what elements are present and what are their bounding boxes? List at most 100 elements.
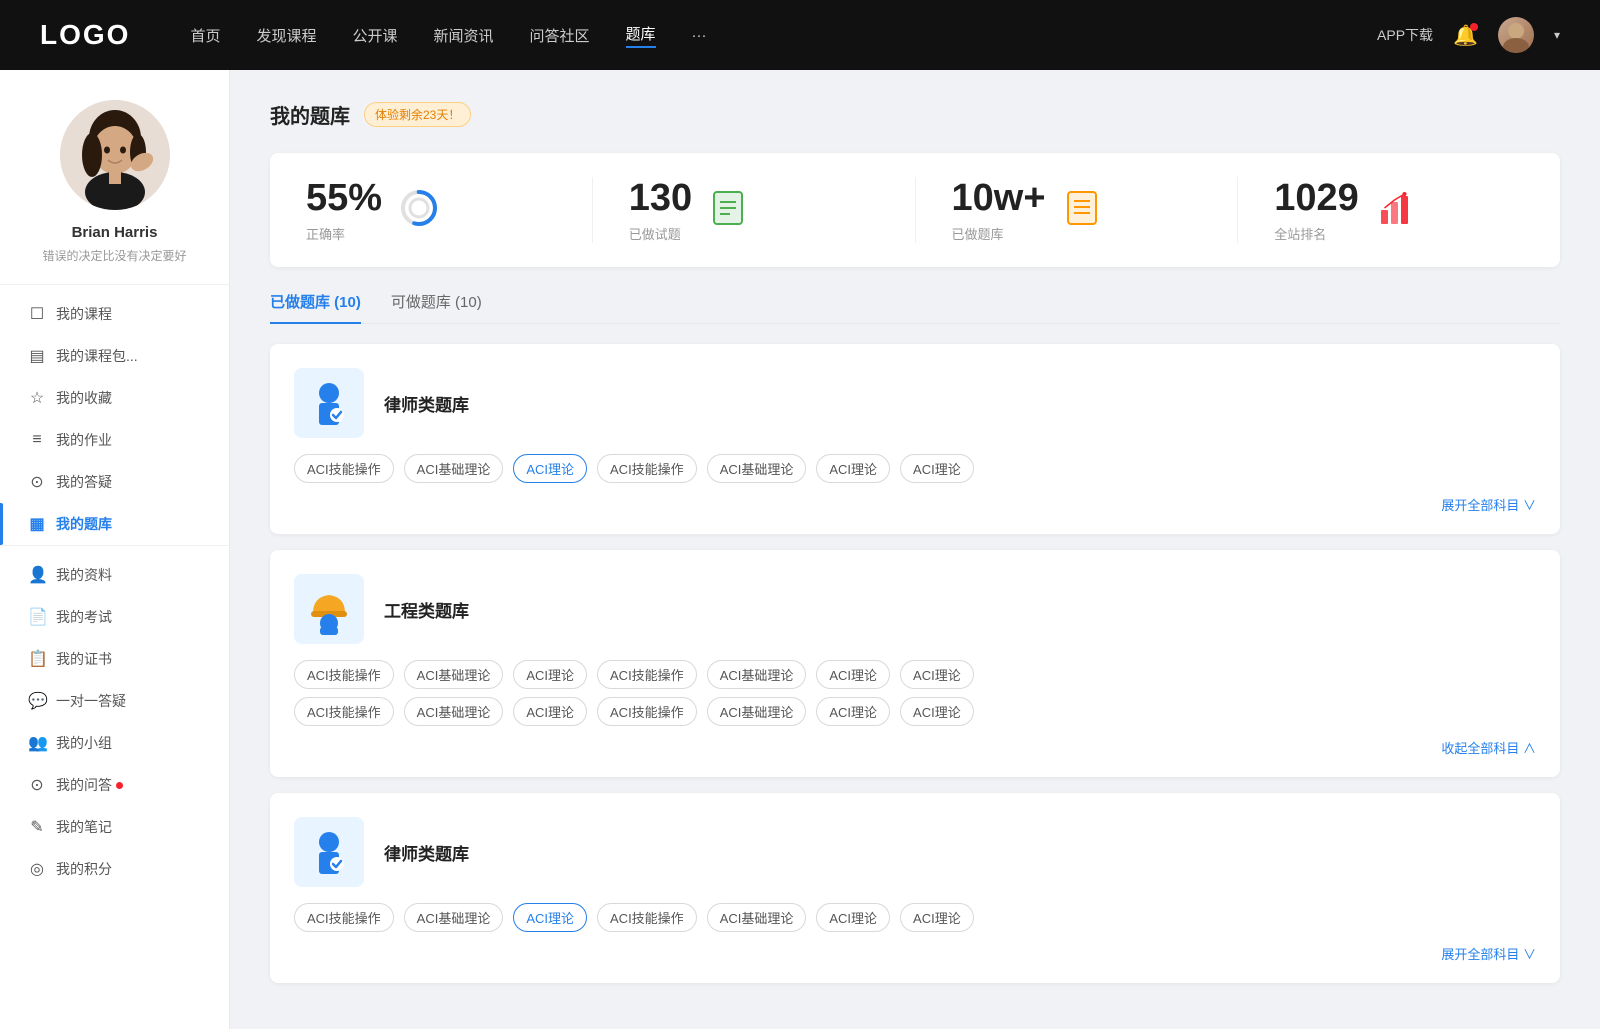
tag-lawyer1-4[interactable]: ACI基础理论: [707, 454, 807, 483]
nav-open-course[interactable]: 公开课: [352, 25, 397, 46]
app-download-btn[interactable]: APP下载: [1377, 25, 1433, 45]
exam-icon: 📄: [28, 607, 46, 627]
sidebar-item-label: 我的答疑: [56, 472, 112, 492]
sidebar-item-coursepack[interactable]: ▤ 我的课程包...: [0, 335, 229, 377]
collapse-btn-engineer1[interactable]: 收起全部科目 ∧: [294, 734, 1536, 761]
tag-eng1-r1-0[interactable]: ACI技能操作: [294, 660, 394, 689]
qa-icon: ⊙: [28, 472, 46, 492]
sidebar-item-mydata[interactable]: 👤 我的资料: [0, 554, 229, 596]
sidebar-item-label: 我的证书: [56, 649, 112, 669]
sidebar-item-points[interactable]: ◎ 我的积分: [0, 848, 229, 890]
sidebar-divider-mid: [0, 545, 229, 546]
expand-btn-lawyer1[interactable]: 展开全部科目 ∨: [294, 491, 1536, 518]
logo: LOGO: [40, 19, 130, 51]
homework-icon: ≡: [28, 431, 46, 449]
sidebar-item-cert[interactable]: 📋 我的证书: [0, 638, 229, 680]
tag-eng1-r2-1[interactable]: ACI基础理论: [404, 697, 504, 726]
mycourse-icon: ☐: [28, 304, 46, 324]
stat-questions-label: 已做试题: [629, 224, 702, 243]
navbar-right: APP下载 🔔 ▾: [1377, 17, 1560, 53]
notes-icon: ✎: [28, 817, 46, 837]
tag-eng1-r2-3[interactable]: ACI技能操作: [597, 697, 697, 726]
stat-questions: 130 已做试题: [593, 177, 916, 243]
tag-lawyer2-3[interactable]: ACI技能操作: [597, 903, 697, 932]
sidebar-item-qbank[interactable]: ▦ 我的题库: [0, 503, 229, 545]
tag-eng1-r1-6[interactable]: ACI理论: [900, 660, 974, 689]
sidebar-divider-top: [0, 284, 229, 285]
tag-eng1-r2-4[interactable]: ACI基础理论: [707, 697, 807, 726]
notification-badge: [1470, 23, 1478, 31]
coursepack-icon: ▤: [28, 346, 46, 366]
sidebar-item-label: 我的题库: [56, 514, 112, 534]
nav-qa[interactable]: 问答社区: [530, 25, 590, 46]
sidebar-item-group[interactable]: 👥 我的小组: [0, 722, 229, 764]
tabs-row: 已做题库 (10) 可做题库 (10): [270, 291, 1560, 324]
sidebar-item-label: 我的课程: [56, 304, 112, 324]
ranking-icon: [1377, 190, 1413, 231]
qbank-icon: ▦: [28, 514, 46, 534]
tag-lawyer1-6[interactable]: ACI理论: [900, 454, 974, 483]
questions-icon: [710, 190, 746, 231]
stat-ranking-number: 1029: [1274, 177, 1359, 220]
tag-lawyer2-1[interactable]: ACI基础理论: [404, 903, 504, 932]
user-menu-chevron[interactable]: ▾: [1554, 28, 1560, 42]
stat-banks-number: 10w+: [952, 177, 1046, 220]
qa-dot-badge: [116, 782, 123, 789]
nav-discover[interactable]: 发现课程: [256, 25, 316, 46]
tab-done[interactable]: 已做题库 (10): [270, 291, 361, 324]
tag-eng1-r1-1[interactable]: ACI基础理论: [404, 660, 504, 689]
tag-lawyer2-6[interactable]: ACI理论: [900, 903, 974, 932]
tag-lawyer1-5[interactable]: ACI理论: [816, 454, 890, 483]
tag-eng1-r1-5[interactable]: ACI理论: [816, 660, 890, 689]
notification-bell[interactable]: 🔔: [1453, 23, 1478, 48]
myqa-icon: ⊙: [28, 775, 46, 795]
sidebar-item-label: 我的作业: [56, 430, 112, 450]
stat-accuracy: 55% 正确率: [270, 177, 593, 243]
tag-lawyer1-0[interactable]: ACI技能操作: [294, 454, 394, 483]
qbank-title-lawyer2: 律师类题库: [384, 840, 469, 865]
sidebar-item-mycourse[interactable]: ☐ 我的课程: [0, 293, 229, 335]
tag-eng1-r2-2[interactable]: ACI理论: [513, 697, 587, 726]
sidebar-item-exam[interactable]: 📄 我的考试: [0, 596, 229, 638]
qbank-title-engineer1: 工程类题库: [384, 597, 469, 622]
tag-eng1-r1-4[interactable]: ACI基础理论: [707, 660, 807, 689]
sidebar-item-myqa[interactable]: ⊙ 我的问答: [0, 764, 229, 806]
main-content: 我的题库 体验剩余23天！ 55% 正确率: [230, 70, 1600, 1029]
tags-row-lawyer2: ACI技能操作 ACI基础理论 ACI理论 ACI技能操作 ACI基础理论 AC…: [294, 903, 1536, 932]
nav-news[interactable]: 新闻资讯: [434, 25, 494, 46]
page-layout: Brian Harris 错误的决定比没有决定要好 ☐ 我的课程 ▤ 我的课程包…: [0, 70, 1600, 1029]
nav-qbank[interactable]: 题库: [626, 23, 656, 48]
sidebar-item-label: 我的积分: [56, 859, 112, 879]
sidebar-item-1on1[interactable]: 💬 一对一答疑: [0, 680, 229, 722]
stat-ranking: 1029 全站排名: [1238, 177, 1560, 243]
tag-eng1-r2-0[interactable]: ACI技能操作: [294, 697, 394, 726]
tag-lawyer2-5[interactable]: ACI理论: [816, 903, 890, 932]
tag-lawyer2-0[interactable]: ACI技能操作: [294, 903, 394, 932]
user-avatar-nav[interactable]: [1498, 17, 1534, 53]
qbank-card-lawyer2: 律师类题库 ACI技能操作 ACI基础理论 ACI理论 ACI技能操作 ACI基…: [270, 793, 1560, 983]
tab-available[interactable]: 可做题库 (10): [391, 291, 482, 324]
nav-more[interactable]: ···: [692, 27, 707, 44]
tag-lawyer2-2[interactable]: ACI理论: [513, 903, 587, 932]
qbank-icon-engineer1: [294, 574, 364, 644]
nav-home[interactable]: 首页: [190, 25, 220, 46]
stats-row: 55% 正确率 130 已做试题: [270, 153, 1560, 267]
sidebar-item-label: 我的考试: [56, 607, 112, 627]
sidebar-item-qa[interactable]: ⊙ 我的答疑: [0, 461, 229, 503]
sidebar-item-favorites[interactable]: ☆ 我的收藏: [0, 377, 229, 419]
tag-lawyer1-3[interactable]: ACI技能操作: [597, 454, 697, 483]
qbank-header-lawyer1: 律师类题库: [294, 368, 1536, 438]
tag-eng1-r1-2[interactable]: ACI理论: [513, 660, 587, 689]
qbank-header-engineer1: 工程类题库: [294, 574, 1536, 644]
sidebar-item-notes[interactable]: ✎ 我的笔记: [0, 806, 229, 848]
stat-questions-text: 130 已做试题: [629, 177, 702, 243]
tag-lawyer1-1[interactable]: ACI基础理论: [404, 454, 504, 483]
tag-lawyer1-2[interactable]: ACI理论: [513, 454, 587, 483]
expand-btn-lawyer2[interactable]: 展开全部科目 ∨: [294, 940, 1536, 967]
tag-eng1-r1-3[interactable]: ACI技能操作: [597, 660, 697, 689]
tag-lawyer2-4[interactable]: ACI基础理论: [707, 903, 807, 932]
sidebar-item-homework[interactable]: ≡ 我的作业: [0, 419, 229, 461]
page-title: 我的题库: [270, 100, 350, 129]
tag-eng1-r2-6[interactable]: ACI理论: [900, 697, 974, 726]
tag-eng1-r2-5[interactable]: ACI理论: [816, 697, 890, 726]
